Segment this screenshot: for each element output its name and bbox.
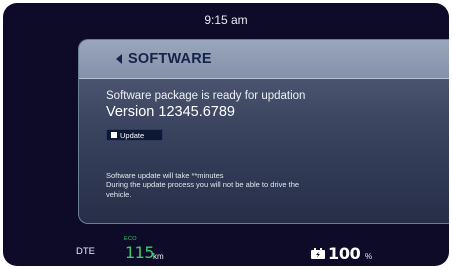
status-time: 9:15 am	[204, 13, 248, 27]
checkbox-icon	[111, 132, 117, 138]
update-button[interactable]: Update	[106, 129, 163, 141]
note-line: Software update will take **minutes	[106, 171, 224, 180]
version-text: Version 12345.6789	[106, 104, 235, 120]
dashboard-screen: 9:15 am SOFTWARE Software package is rea…	[3, 3, 449, 266]
panel-title: SOFTWARE	[128, 51, 212, 67]
range-unit: km	[153, 252, 164, 261]
range-value: 115	[125, 243, 155, 262]
battery-percent: 100	[328, 244, 361, 263]
update-button-label: Update	[120, 130, 145, 140]
battery-icon	[311, 248, 325, 259]
note-line: During the update process you will not b…	[106, 180, 300, 190]
update-notes: Software update will take **minutes Duri…	[106, 171, 376, 199]
dte-label: DTE	[76, 246, 95, 257]
back-button[interactable]: SOFTWARE	[116, 51, 212, 67]
eco-label: ECO	[124, 236, 137, 242]
software-panel: SOFTWARE Software package is ready for u…	[78, 39, 449, 224]
ready-message: Software package is ready for updation	[106, 90, 306, 102]
chevron-left-icon	[116, 54, 122, 64]
battery-unit: %	[365, 252, 373, 261]
note-line: vehicle.	[106, 189, 132, 199]
panel-header: SOFTWARE	[79, 40, 449, 79]
